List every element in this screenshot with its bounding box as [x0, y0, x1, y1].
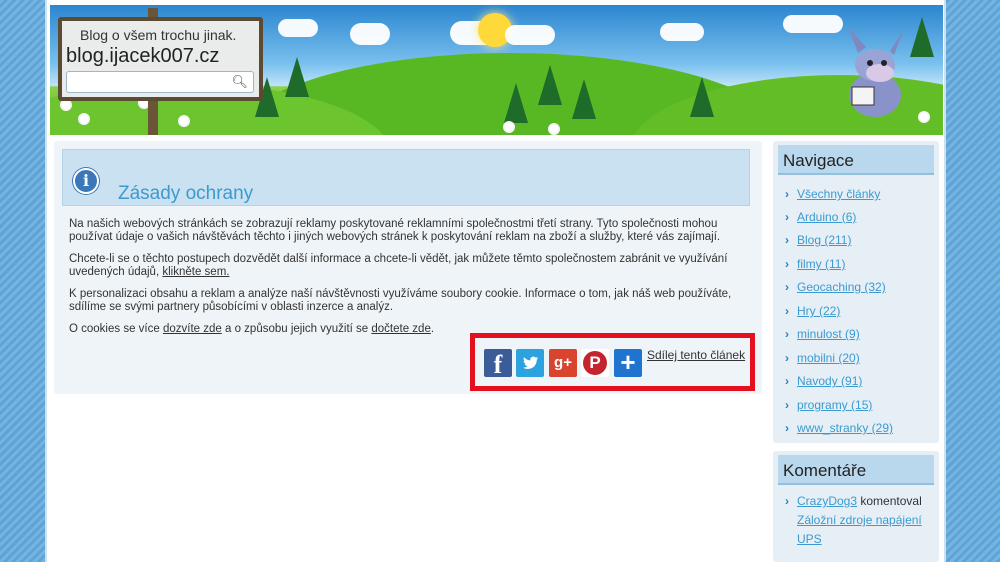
- sidebar-item-label: mobilni (20): [797, 351, 860, 365]
- sidebar-item-label: filmy (11): [797, 257, 846, 271]
- sidebar-item-label: Všechny články: [797, 187, 881, 201]
- navigation-header: Navigace: [778, 145, 934, 175]
- read-more-link[interactable]: dočtete zde: [371, 323, 430, 335]
- facebook-icon[interactable]: f: [484, 349, 512, 379]
- twitter-bird-icon: [523, 356, 539, 369]
- flower-decoration: [550, 125, 558, 133]
- sidebar-navigation: Navigace › Všechny články › Arduino (6) › B…: [773, 141, 939, 443]
- click-here-link[interactable]: klikněte sem.: [162, 266, 229, 278]
- sidebar-item-label: Geocaching (32): [797, 280, 886, 294]
- share-plus-icon[interactable]: +: [614, 349, 642, 377]
- chevron-right-icon: ›: [785, 421, 789, 435]
- article-header: i Zásady ochrany: [62, 149, 750, 206]
- tree-decoration: [572, 79, 596, 119]
- page: Blog o všem trochu jinak. blog.ijacek007…: [45, 0, 946, 562]
- sidebar-item-hry[interactable]: › Hry (22): [785, 304, 840, 318]
- twitter-icon[interactable]: [516, 349, 544, 377]
- tree-decoration: [690, 77, 714, 117]
- sidebar-item-filmy[interactable]: › filmy (11): [785, 257, 845, 271]
- comment-body: CrazyDog3 komentoval Záložní zdroje napá…: [797, 492, 930, 549]
- pinterest-icon[interactable]: P: [581, 349, 609, 377]
- tree-decoration: [285, 57, 309, 97]
- cloud-decoration: [783, 15, 843, 33]
- donkey-mascot-icon: [848, 27, 904, 117]
- sidebar-item-label: Hry (22): [797, 304, 841, 318]
- chevron-right-icon: ›: [785, 351, 789, 365]
- sidebar-item-label: www_stranky (29): [797, 421, 894, 435]
- sidebar-item-all-articles[interactable]: › Všechny články: [785, 187, 880, 201]
- sidebar-item-minulost[interactable]: › minulost (9): [785, 327, 860, 341]
- share-highlight-box: f g+ P + Sdílej tento článek: [470, 333, 755, 391]
- tree-decoration: [504, 83, 528, 123]
- sidebar-item-programy[interactable]: › programy (15): [785, 398, 872, 412]
- site-tagline: Blog o všem trochu jinak.: [80, 27, 237, 43]
- sidebar-comments: Komentáře › CrazyDog3 komentoval Záložní…: [773, 451, 939, 562]
- chevron-right-icon: ›: [785, 374, 789, 388]
- sidebar-item-label: programy (15): [797, 398, 873, 412]
- share-article-link[interactable]: Sdílej tento článek: [647, 348, 745, 362]
- cloud-decoration: [278, 19, 318, 37]
- info-icon: i: [73, 168, 99, 194]
- sidebar-item-arduino[interactable]: › Arduino (6): [785, 210, 856, 224]
- chevron-right-icon: ›: [785, 398, 789, 412]
- navigation-title: Navigace: [783, 151, 854, 170]
- comments-title: Komentáře: [783, 461, 867, 480]
- page-title: Zásady ochrany: [118, 183, 254, 204]
- comment-post-link[interactable]: Záložní zdroje napájení UPS: [797, 513, 922, 546]
- site-sign: Blog o všem trochu jinak. blog.ijacek007…: [58, 17, 263, 101]
- search-icon[interactable]: 🔍︎: [231, 74, 248, 90]
- flower-decoration: [920, 113, 928, 121]
- sign-post: [148, 101, 158, 135]
- sidebar-item-label: Blog (211): [797, 233, 852, 247]
- chevron-right-icon: ›: [785, 280, 789, 294]
- cookies-text-a: O cookies se více: [69, 323, 163, 335]
- search-input[interactable]: 🔍︎: [66, 71, 254, 93]
- comments-header: Komentáře: [778, 455, 934, 485]
- flower-decoration: [80, 115, 88, 123]
- sidebar-item-blog[interactable]: › Blog (211): [785, 233, 851, 247]
- cookies-text-b: a o způsobu jejich využití se: [221, 323, 372, 335]
- cloud-decoration: [350, 23, 390, 45]
- chevron-right-icon: ›: [785, 327, 789, 341]
- comment-author-link[interactable]: CrazyDog3: [797, 494, 857, 508]
- cloud-decoration: [505, 25, 555, 45]
- sidebar-item-www-stranky[interactable]: › www_stranky (29): [785, 421, 893, 435]
- comment-verb: komentoval: [857, 494, 922, 508]
- chevron-right-icon: ›: [785, 494, 789, 508]
- privacy-paragraph-2: Chcete-li se o těchto postupech dozvědět…: [69, 253, 749, 279]
- sidebar-item-label: minulost (9): [797, 327, 860, 341]
- chevron-right-icon: ›: [785, 233, 789, 247]
- site-name[interactable]: blog.ijacek007.cz: [66, 45, 219, 68]
- chevron-right-icon: ›: [785, 257, 789, 271]
- sidebar-item-navody[interactable]: › Navody (91): [785, 374, 862, 388]
- tree-decoration: [538, 65, 562, 105]
- chevron-right-icon: ›: [785, 210, 789, 224]
- flower-decoration: [505, 123, 513, 131]
- google-plus-icon[interactable]: g+: [549, 349, 577, 377]
- privacy-paragraph-1: Na našich webových stránkách se zobrazuj…: [69, 218, 721, 243]
- flower-decoration: [180, 117, 188, 125]
- chevron-right-icon: ›: [785, 187, 789, 201]
- sidebar-item-label: Arduino (6): [797, 210, 857, 224]
- chevron-right-icon: ›: [785, 304, 789, 318]
- learn-more-link[interactable]: dozvíte zde: [163, 323, 222, 335]
- privacy-paragraph-3: K personalizaci obsahu a reklam a analýz…: [69, 288, 732, 313]
- flower-decoration: [62, 101, 70, 109]
- sidebar-item-label: Navody (91): [797, 374, 863, 388]
- cloud-decoration: [660, 23, 704, 41]
- comment-item: › CrazyDog3 komentoval Záložní zdroje na…: [785, 492, 930, 549]
- cookies-text-c: .: [430, 323, 435, 335]
- pinterest-logo: P: [583, 351, 607, 375]
- sidebar-item-geocaching[interactable]: › Geocaching (32): [785, 280, 886, 294]
- sidebar-item-mobilni[interactable]: › mobilni (20): [785, 351, 860, 365]
- tree-decoration: [910, 17, 934, 57]
- site-header: Blog o všem trochu jinak. blog.ijacek007…: [50, 5, 943, 135]
